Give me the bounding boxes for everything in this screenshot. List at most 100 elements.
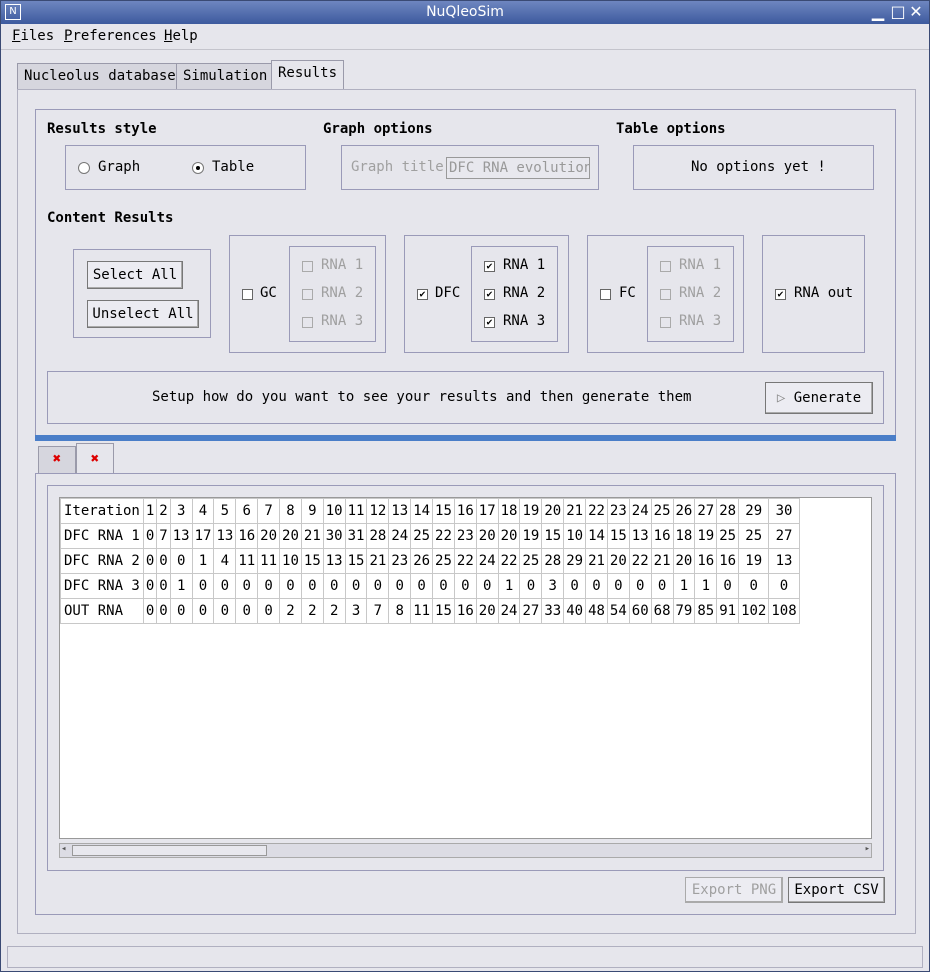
table-cell: 10	[279, 548, 302, 574]
table-cell: 7	[366, 598, 390, 624]
table-cell: 1	[191, 548, 215, 574]
generate-box: Setup how do you want to see your result…	[47, 371, 884, 424]
table-cell: 1	[169, 573, 193, 599]
menu-bar: Files Preferences Help	[1, 24, 929, 50]
export-png-button[interactable]: Export PNG	[685, 877, 783, 903]
table-header-cell: 14	[410, 498, 434, 524]
horizontal-scrollbar[interactable]: ◂ ▸	[59, 843, 872, 858]
app-window: N NuQleoSim ▁ □ ✕ Files Preferences Help…	[0, 0, 930, 972]
fc-group: FC RNA 1 RNA 2 RNA 3	[587, 235, 744, 353]
table-cell: 25	[716, 523, 740, 549]
status-bar	[7, 946, 923, 968]
maximize-icon[interactable]: □	[889, 3, 907, 21]
table-cell: 16	[235, 523, 259, 549]
table-cell: 19	[694, 523, 718, 549]
table-cell: 0	[716, 573, 740, 599]
fc-rna2-checkbox[interactable]	[660, 289, 671, 300]
dfc-rna2-checkbox[interactable]: ✔	[484, 289, 495, 300]
scroll-right-icon[interactable]: ▸	[865, 844, 870, 854]
table-cell: 25	[519, 548, 543, 574]
table-cell: 0	[738, 573, 770, 599]
fc-label: FC	[619, 285, 636, 301]
table-cell: 0	[235, 573, 259, 599]
play-icon: ▷	[776, 390, 786, 406]
table-header-cell: 26	[672, 498, 696, 524]
splitter-handle[interactable]	[35, 435, 896, 441]
table-cell: 1	[497, 573, 521, 599]
table-cell: 28	[541, 548, 565, 574]
table-row: DFC RNA 3001000000000000001030000011000	[60, 573, 800, 599]
results-table-viewport[interactable]: Iteration 1 2 3 4 5 6 7 8 9 10 11 12 13 14 15 16 17 18 19 20…	[59, 497, 872, 839]
table-cell: 0	[300, 573, 324, 599]
gc-rna1-checkbox[interactable]	[302, 261, 313, 272]
table-cell: 0	[156, 598, 171, 624]
table-cell: 0	[169, 548, 193, 574]
graph-radio-label: Graph	[98, 159, 141, 175]
menu-files[interactable]: Files	[12, 28, 54, 44]
scroll-left-icon[interactable]: ◂	[61, 844, 66, 854]
table-cell: 0	[191, 598, 215, 624]
table-cell: 25	[410, 523, 434, 549]
table-row-label: OUT RNA	[60, 598, 144, 624]
fc-rna2-label: RNA 2	[679, 285, 722, 301]
minimize-icon[interactable]: ▁	[869, 3, 887, 21]
generate-button[interactable]: ▷ Generate	[765, 382, 873, 414]
table-cell: 0	[344, 573, 368, 599]
graph-radio[interactable]	[78, 162, 90, 174]
table-header-cell: 16	[453, 498, 477, 524]
graph-title-input[interactable]: DFC RNA evolution	[446, 157, 590, 179]
table-cell: 13	[768, 548, 800, 574]
fc-rna3-label: RNA 3	[679, 313, 722, 329]
table-cell: 0	[322, 573, 346, 599]
fc-rna3-checkbox[interactable]	[660, 317, 671, 328]
select-all-button[interactable]: Select All	[87, 261, 183, 289]
table-radio[interactable]	[192, 162, 204, 174]
table-cell: 11	[235, 548, 259, 574]
gc-rna3-checkbox[interactable]	[302, 317, 313, 328]
fc-checkbox[interactable]	[600, 289, 611, 300]
table-cell: 1	[694, 573, 718, 599]
table-cell: 0	[519, 573, 543, 599]
table-header-cell: 3	[169, 498, 193, 524]
table-cell: 14	[585, 523, 608, 549]
table-cell: 15	[432, 598, 455, 624]
table-cell: 23	[388, 548, 412, 574]
table-cell: 27	[768, 523, 800, 549]
table-cell: 15	[344, 548, 368, 574]
table-header-cell: 24	[628, 498, 652, 524]
dfc-rna3-checkbox[interactable]: ✔	[484, 317, 495, 328]
table-cell: 11	[257, 548, 281, 574]
table-header-cell: 9	[300, 498, 324, 524]
dfc-rna3-label: RNA 3	[503, 313, 546, 329]
table-cell: 0	[235, 598, 259, 624]
table-cell: 20	[606, 548, 630, 574]
table-header-cell: 27	[694, 498, 718, 524]
table-header-cell: 19	[519, 498, 543, 524]
tab-results[interactable]: Results	[271, 60, 345, 89]
gc-rna2-checkbox[interactable]	[302, 289, 313, 300]
dfc-checkbox[interactable]: ✔	[417, 289, 428, 300]
menu-preferences[interactable]: Preferences	[64, 28, 157, 44]
table-cell: 15	[606, 523, 630, 549]
unselect-all-button[interactable]: Unselect All	[87, 300, 199, 328]
table-cell: 68	[650, 598, 674, 624]
close-tab-icon[interactable]: ✖	[53, 451, 61, 467]
result-tab-2[interactable]: ✖	[76, 443, 114, 475]
export-csv-button[interactable]: Export CSV	[788, 877, 885, 903]
close-icon[interactable]: ✕	[907, 3, 925, 21]
close-tab-icon[interactable]: ✖	[91, 451, 99, 467]
dfc-rna1-checkbox[interactable]: ✔	[484, 261, 495, 272]
gc-checkbox[interactable]	[242, 289, 253, 300]
tab-simulation[interactable]: Simulation	[176, 63, 275, 89]
scrollbar-thumb[interactable]	[72, 845, 267, 856]
fc-rna1-checkbox[interactable]	[660, 261, 671, 272]
table-header-label: Iteration	[60, 498, 144, 524]
table-cell: 7	[156, 523, 171, 549]
table-cell: 13	[628, 523, 652, 549]
tab-nucleolus-database[interactable]: Nucleolus database	[17, 63, 183, 89]
result-tab-1[interactable]: ✖	[38, 446, 76, 474]
rna-out-checkbox[interactable]: ✔	[775, 289, 786, 300]
generate-button-label: Generate	[793, 390, 862, 406]
table-cell: 3	[344, 598, 368, 624]
menu-help[interactable]: Help	[164, 28, 198, 44]
